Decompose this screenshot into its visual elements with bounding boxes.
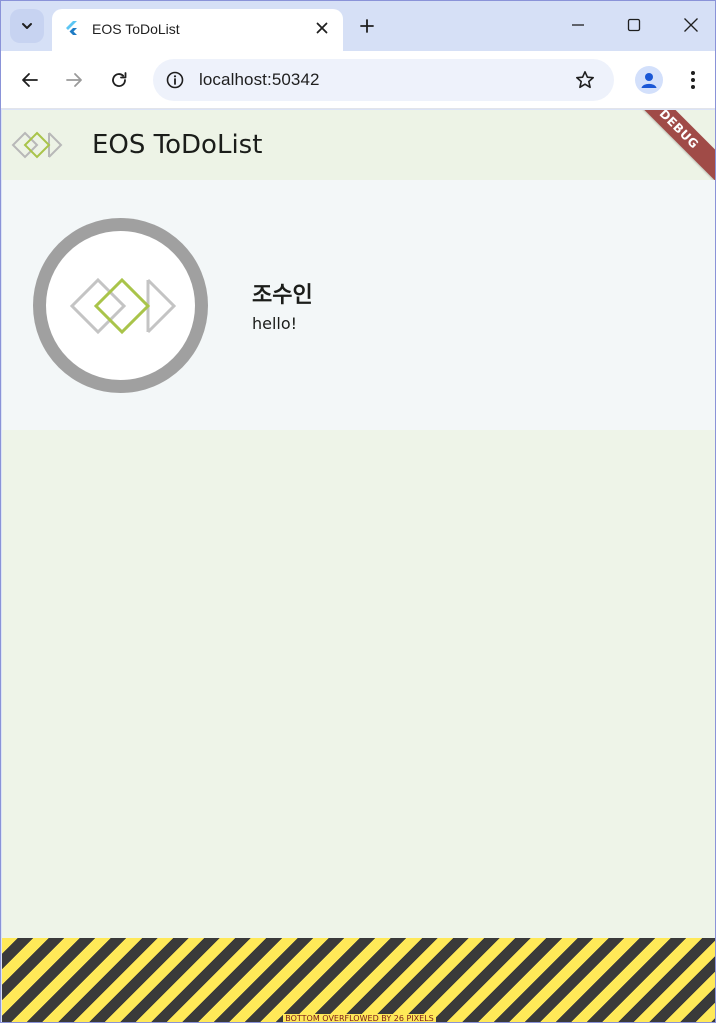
app-viewport: EOS ToDoList DEBUG 조수인 hello! BOTTOM OVE… bbox=[2, 110, 715, 1023]
person-icon bbox=[641, 73, 657, 88]
more-vert-icon bbox=[691, 71, 695, 89]
avatar-image bbox=[46, 231, 195, 380]
app-bar: EOS ToDoList bbox=[2, 110, 715, 180]
eos-logo-icon bbox=[69, 277, 176, 334]
user-name: 조수인 bbox=[252, 283, 313, 308]
minimize-icon bbox=[572, 24, 584, 26]
eos-logo-icon bbox=[11, 131, 63, 159]
tab-search-button[interactable] bbox=[10, 9, 44, 43]
browser-menu-button[interactable] bbox=[681, 66, 705, 94]
tab-close-button[interactable] bbox=[311, 17, 333, 39]
overflow-warning-label: BOTTOM OVERFLOWED BY 26 PIXELS bbox=[283, 1014, 436, 1023]
maximize-button[interactable] bbox=[620, 11, 648, 39]
forward-button[interactable] bbox=[60, 66, 88, 94]
user-status: hello! bbox=[252, 314, 298, 333]
info-icon bbox=[166, 71, 184, 89]
avatar bbox=[33, 218, 208, 393]
profile-card: 조수인 hello! bbox=[2, 180, 715, 430]
reload-icon bbox=[112, 72, 127, 87]
minimize-button[interactable] bbox=[564, 11, 592, 39]
url-text[interactable]: localhost:50342 bbox=[199, 70, 320, 90]
app-title: EOS ToDoList bbox=[92, 130, 263, 160]
reload-button[interactable] bbox=[105, 66, 133, 94]
new-tab-button[interactable] bbox=[355, 14, 379, 38]
arrow-right-icon bbox=[66, 73, 82, 87]
maximize-icon bbox=[627, 18, 641, 32]
flutter-icon bbox=[66, 21, 77, 35]
browser-toolbar: localhost:50342 bbox=[1, 51, 715, 109]
overflow-warning-stripe: BOTTOM OVERFLOWED BY 26 PIXELS bbox=[2, 938, 715, 1023]
chevron-down-icon bbox=[22, 23, 32, 29]
browser-window: EOS ToDoList localhost:50342 EOS ToDoLis… bbox=[0, 0, 716, 1023]
close-icon bbox=[316, 22, 328, 34]
back-button[interactable] bbox=[16, 66, 44, 94]
bookmark-button[interactable] bbox=[573, 68, 597, 92]
browser-tab[interactable]: EOS ToDoList bbox=[52, 9, 343, 51]
close-window-icon bbox=[684, 18, 698, 32]
star-icon bbox=[576, 71, 594, 89]
tab-strip: EOS ToDoList bbox=[1, 1, 715, 51]
close-window-button[interactable] bbox=[677, 11, 705, 39]
tab-title: EOS ToDoList bbox=[92, 21, 180, 37]
address-bar[interactable]: localhost:50342 bbox=[153, 59, 614, 101]
plus-icon bbox=[360, 19, 374, 33]
profile-button[interactable] bbox=[635, 66, 663, 94]
site-info-button[interactable] bbox=[164, 69, 186, 91]
arrow-left-icon bbox=[22, 73, 38, 87]
